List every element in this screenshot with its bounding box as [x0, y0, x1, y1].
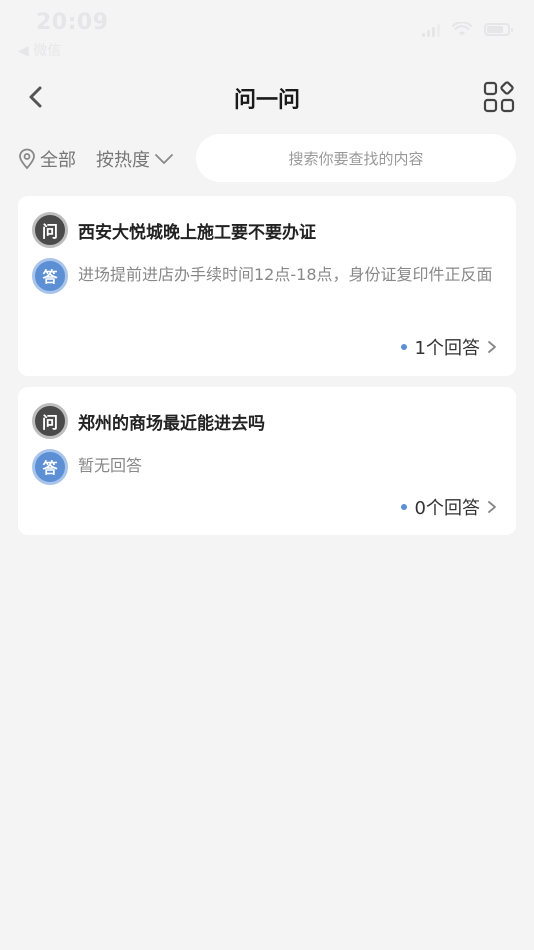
- chevron-right-icon: [488, 501, 496, 513]
- question-title: 郑州的商场最近能进去吗: [78, 413, 265, 434]
- location-pin-icon: [19, 148, 35, 170]
- count-dot: [400, 504, 407, 510]
- filter-bar: 全部 按热度 搜索你要查找的内容: [18, 134, 518, 182]
- answer-count: 0个回答: [414, 498, 480, 519]
- signal-icon: [422, 23, 440, 37]
- sort-dropdown[interactable]: 按热度: [96, 146, 174, 172]
- status-back-to-wechat[interactable]: ◀ 微信: [18, 40, 61, 60]
- page-title: 问一问: [233, 88, 300, 113]
- question-title: 西安大悦城晚上施工要不要办证: [78, 222, 316, 243]
- answer-count: 1个回答: [414, 338, 480, 359]
- status-icons: [422, 22, 513, 37]
- wifi-icon: [452, 22, 472, 36]
- answer-text: 进场提前进店办手续时间12点-18点，身份证复印件正反面: [78, 265, 493, 284]
- answer-count-link[interactable]: 1个回答: [400, 334, 498, 360]
- chevron-down-icon: [155, 154, 173, 164]
- answer-count-link[interactable]: 0个回答: [400, 494, 498, 520]
- grid-apps-icon[interactable]: [482, 80, 516, 114]
- sort-dropdown-label: 按热度: [96, 150, 150, 171]
- question-badge: 问: [32, 212, 68, 248]
- answer-text: 暂无回答: [78, 456, 143, 475]
- location-filter[interactable]: 全部: [18, 146, 76, 172]
- status-bar: 20:09 ◀ 微信: [0, 0, 534, 64]
- search-input[interactable]: 搜索你要查找的内容: [196, 134, 516, 182]
- location-filter-label: 全部: [40, 150, 76, 171]
- status-time: 20:09: [36, 10, 109, 35]
- answer-badge: 答: [32, 449, 68, 485]
- battery-icon: [484, 23, 513, 36]
- question-row: 问 西安大悦城晚上施工要不要办证: [32, 212, 316, 248]
- answer-badge: 答: [32, 258, 68, 294]
- question-card[interactable]: 问 郑州的商场最近能进去吗 答 暂无回答 0个回答: [18, 387, 516, 535]
- question-card[interactable]: 问 西安大悦城晚上施工要不要办证 答 进场提前进店办手续时间12点-18点，身份…: [18, 196, 516, 376]
- question-row: 问 郑州的商场最近能进去吗: [32, 403, 265, 439]
- search-placeholder: 搜索你要查找的内容: [288, 149, 424, 168]
- answer-row: 答 进场提前进店办手续时间12点-18点，身份证复印件正反面: [32, 258, 502, 294]
- count-dot: [400, 344, 407, 350]
- question-badge: 问: [32, 403, 68, 439]
- chevron-right-icon: [488, 341, 496, 353]
- answer-row: 答 暂无回答: [32, 449, 502, 485]
- navigation-bar: 问一问: [0, 72, 534, 122]
